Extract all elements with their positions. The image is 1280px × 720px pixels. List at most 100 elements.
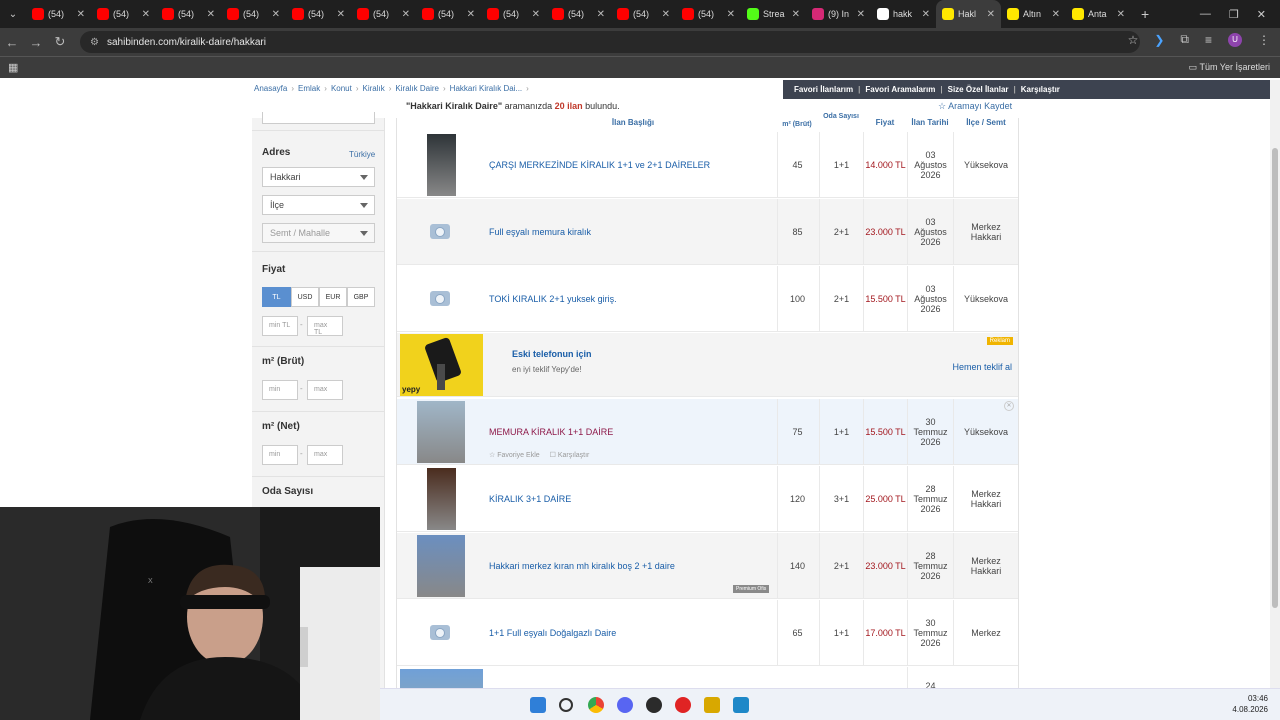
listing-row[interactable]: ÇARŞI MERKEZİNDE KİRALIK 1+1 ve 2+1 DAİR…: [397, 132, 1018, 198]
breadcrumb-item[interactable]: Hakkari Kiralık Dai...: [450, 84, 522, 93]
chrome-icon[interactable]: [588, 697, 604, 713]
save-search-button[interactable]: ☆ Aramayı Kaydet: [938, 101, 1012, 112]
listing-photo[interactable]: [417, 401, 465, 463]
listing-title[interactable]: KİRALIK 3+1 DAİRE: [489, 466, 571, 532]
discord-icon[interactable]: [617, 697, 633, 713]
browser-tab[interactable]: (54) ✕: [351, 0, 416, 28]
browser-tab[interactable]: Hakl ✕: [936, 0, 1001, 28]
close-tab-icon[interactable]: ✕: [987, 9, 995, 20]
menu-icon[interactable]: ⋮: [1258, 33, 1270, 47]
minimize-icon[interactable]: —: [1200, 8, 1211, 20]
close-tab-icon[interactable]: ✕: [1117, 9, 1125, 20]
tab-groups-icon[interactable]: ≡: [1205, 33, 1212, 47]
browser-tab[interactable]: (54) ✕: [676, 0, 741, 28]
close-tab-icon[interactable]: ✕: [402, 9, 410, 20]
browser-tab[interactable]: (54) ✕: [481, 0, 546, 28]
close-tab-icon[interactable]: ✕: [857, 9, 865, 20]
header-title[interactable]: İlan Başlığı: [589, 118, 677, 127]
max-price-input[interactable]: max TL: [307, 316, 343, 336]
forward-icon[interactable]: →: [24, 35, 48, 50]
breadcrumb-item[interactable]: Anasayfa: [254, 84, 287, 93]
browser-tab[interactable]: (54) ✕: [286, 0, 351, 28]
top-link[interactable]: Favori İlanlarım: [794, 85, 853, 94]
app-icon[interactable]: [646, 697, 662, 713]
ad-cta-link[interactable]: Hemen teklif al: [952, 362, 1012, 372]
header-date[interactable]: İlan Tarihi: [907, 118, 953, 127]
currency-eur[interactable]: EUR: [319, 287, 347, 307]
header-m2[interactable]: m² (Brüt): [777, 116, 817, 129]
bookmark-star-icon[interactable]: ☆: [1128, 33, 1139, 47]
close-tab-icon[interactable]: ✕: [142, 9, 150, 20]
browser-tab[interactable]: (54) ✕: [156, 0, 221, 28]
site-info-icon[interactable]: ⚙: [90, 37, 99, 48]
close-tab-icon[interactable]: ✕: [727, 9, 735, 20]
notepad-icon[interactable]: [733, 697, 749, 713]
reload-icon[interactable]: ↻: [48, 34, 72, 50]
listing-photo[interactable]: [427, 134, 456, 196]
top-link[interactable]: Favori Aramalarım: [865, 85, 935, 94]
net-max-input[interactable]: max: [307, 445, 343, 465]
listing-row[interactable]: TOKİ KIRALIK 2+1 yuksek giriş. 100 2+1 15.5…: [397, 266, 1018, 332]
ad-banner[interactable]: yepy Eski telefonun için en iyi teklif Yep…: [397, 333, 1018, 397]
listing-photo[interactable]: [427, 468, 456, 530]
breadcrumb-item[interactable]: Konut: [331, 84, 352, 93]
camera-icon[interactable]: [430, 224, 450, 239]
add-favorite-button[interactable]: ☆ Favoriye Ekle: [489, 451, 540, 459]
browser-tab[interactable]: (9) In ✕: [806, 0, 871, 28]
apps-grid-icon[interactable]: ▦: [8, 61, 18, 74]
listing-title[interactable]: Full eşyalı memura kiralık: [489, 199, 591, 265]
close-window-icon[interactable]: ✕: [1257, 8, 1266, 21]
page-scrollbar[interactable]: [1270, 80, 1280, 688]
browser-tab[interactable]: (54) ✕: [26, 0, 91, 28]
neighborhood-select[interactable]: Semt / Mahalle: [262, 223, 375, 243]
compare-checkbox[interactable]: ☐ Karşılaştır: [550, 451, 590, 459]
breadcrumb-item[interactable]: Kiralık Daire: [395, 84, 439, 93]
min-price-input[interactable]: min TL: [262, 316, 298, 336]
new-tab-button[interactable]: +: [1131, 6, 1159, 22]
header-price[interactable]: Fiyat: [865, 118, 905, 127]
top-link[interactable]: Size Özel İlanlar: [948, 85, 1009, 94]
search-icon[interactable]: [559, 698, 573, 712]
browser-tab[interactable]: (54) ✕: [416, 0, 481, 28]
listing-row[interactable]: 1+1 Full eşyalı Doğalgazlı Daire 65 1+1 17.…: [397, 600, 1018, 666]
country-link[interactable]: Türkiye: [349, 150, 375, 159]
close-tab-icon[interactable]: ✕: [662, 9, 670, 20]
close-tab-icon[interactable]: ✕: [77, 9, 85, 20]
listing-row[interactable]: MEMURA KİRALIK 1+1 DAİRE 75 1+1 15.500 TL 30…: [397, 399, 1018, 465]
close-tab-icon[interactable]: ✕: [1052, 9, 1060, 20]
camera-icon[interactable]: [430, 291, 450, 306]
listing-row-partial[interactable]: 24: [397, 667, 1018, 688]
close-tab-icon[interactable]: ✕: [792, 9, 800, 20]
close-tab-icon[interactable]: ✕: [207, 9, 215, 20]
system-clock[interactable]: 03:46 4.08.2026: [1232, 693, 1268, 715]
listing-title[interactable]: Hakkari merkez kıran mh kiralık boş 2 +1…: [489, 533, 675, 599]
listing-row[interactable]: Hakkari merkez kıran mh kiralık boş 2 +1…: [397, 533, 1018, 599]
breadcrumb-item[interactable]: Kiralık: [363, 84, 385, 93]
net-min-input[interactable]: min: [262, 445, 298, 465]
back-icon[interactable]: ←: [0, 35, 24, 50]
camera-icon[interactable]: [430, 625, 450, 640]
city-select[interactable]: Hakkari: [262, 167, 375, 187]
profile-avatar[interactable]: U: [1228, 32, 1242, 47]
currency-tl[interactable]: TL: [262, 287, 291, 307]
listing-title[interactable]: 1+1 Full eşyalı Doğalgazlı Daire: [489, 600, 616, 666]
browser-tab[interactable]: Strea ✕: [741, 0, 806, 28]
url-bar[interactable]: ⚙ sahibinden.com/kiralik-daire/hakkari: [80, 31, 1140, 53]
browser-tab[interactable]: (54) ✕: [546, 0, 611, 28]
listing-title[interactable]: ÇARŞI MERKEZİNDE KİRALIK 1+1 ve 2+1 DAİR…: [489, 132, 710, 198]
ad-title[interactable]: Eski telefonun için: [512, 349, 592, 359]
currency-gbp[interactable]: GBP: [347, 287, 375, 307]
header-location[interactable]: İlçe / Semt: [957, 118, 1015, 127]
listing-photo[interactable]: [400, 669, 483, 688]
browser-tab[interactable]: (54) ✕: [611, 0, 676, 28]
gross-max-input[interactable]: max: [307, 380, 343, 400]
close-tab-icon[interactable]: ✕: [532, 9, 540, 20]
explorer-icon[interactable]: [704, 697, 720, 713]
collapsed-filter-field[interactable]: [262, 112, 375, 124]
listing-row[interactable]: Full eşyalı memura kiralık 85 2+1 23.000 TL…: [397, 199, 1018, 265]
listing-photo[interactable]: [417, 535, 465, 597]
extension-icon[interactable]: ❯: [1154, 33, 1164, 47]
close-tab-icon[interactable]: ✕: [922, 9, 930, 20]
breadcrumb-item[interactable]: Emlak: [298, 84, 320, 93]
browser-tab[interactable]: Anta ✕: [1066, 0, 1131, 28]
